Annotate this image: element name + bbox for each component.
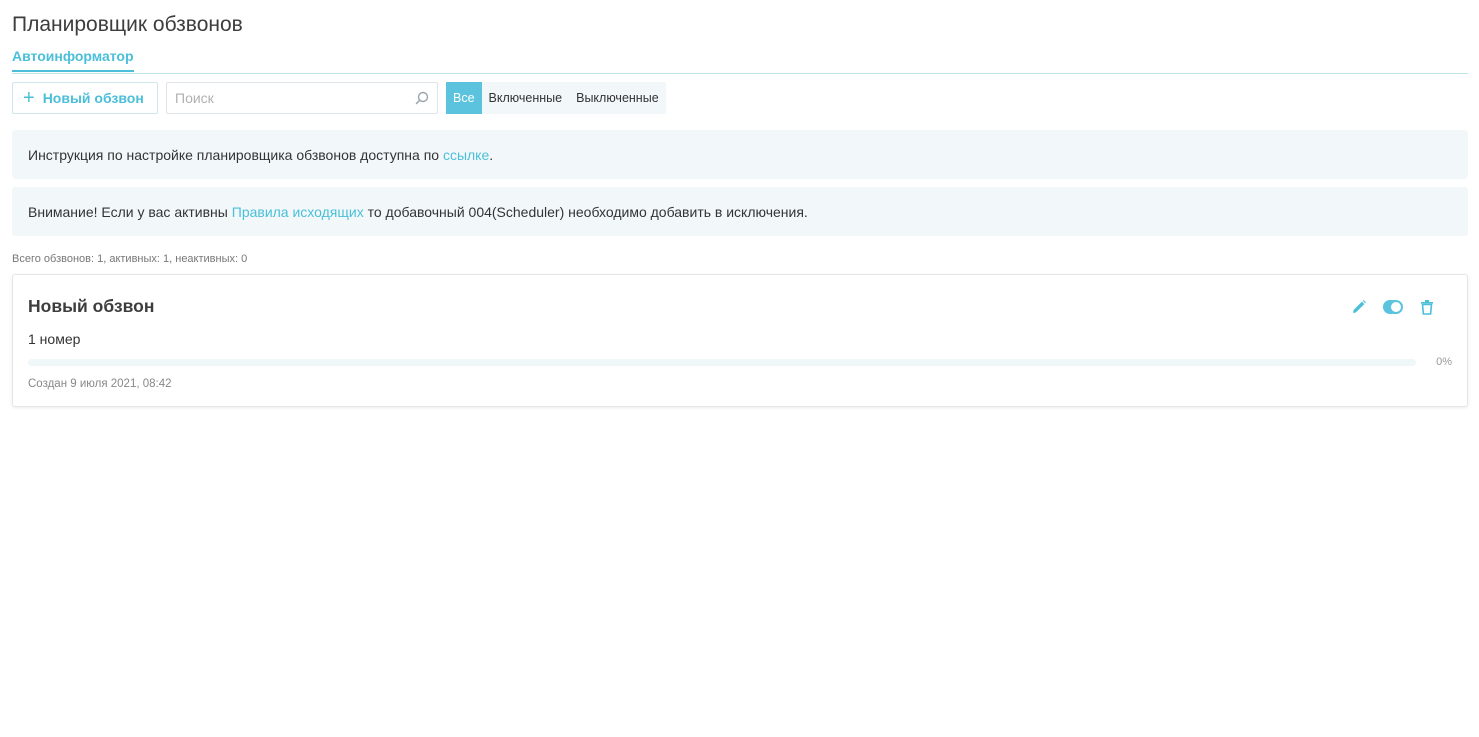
- search-box: [166, 82, 438, 114]
- instruction-link[interactable]: ссылке: [443, 147, 489, 163]
- delete-button[interactable]: [1417, 297, 1437, 317]
- instruction-text: Инструкция по настройке планировщика обз…: [28, 146, 494, 163]
- enable-toggle[interactable]: [1383, 297, 1403, 317]
- filter-all[interactable]: Все: [446, 82, 482, 114]
- campaign-title: Новый обзвон: [28, 296, 155, 316]
- new-campaign-label: Новый обзвон: [42, 90, 144, 106]
- progress-label: 0%: [1436, 356, 1452, 368]
- toolbar: + Новый обзвон Все Включенные Выключенны…: [12, 82, 666, 114]
- campaign-summary: Всего обзвонов: 1, активных: 1, неактивн…: [12, 253, 248, 265]
- search-input[interactable]: [167, 83, 397, 113]
- edit-button[interactable]: [1349, 297, 1369, 317]
- outgoing-rules-link[interactable]: Правила исходящих: [232, 204, 364, 220]
- tab-autoinformator[interactable]: Автоинформатор: [12, 48, 134, 72]
- warning-alert: Внимание! Если у вас активны Правила исх…: [12, 187, 1468, 236]
- toggle-icon: [1383, 300, 1403, 314]
- filter-group: Все Включенные Выключенные: [446, 82, 666, 114]
- progress-bar: [28, 359, 1416, 366]
- warning-text: Внимание! Если у вас активны Правила исх…: [28, 203, 808, 220]
- campaign-created: Создан 9 июля 2021, 08:42: [28, 378, 172, 390]
- trash-icon: [1421, 300, 1433, 315]
- instruction-alert: Инструкция по настройке планировщика обз…: [12, 130, 1468, 179]
- campaign-actions: [1349, 297, 1437, 317]
- campaign-card: Новый обзвон 1 номер 0% Создан 9 июля 20…: [12, 274, 1468, 407]
- filter-enabled[interactable]: Включенные: [482, 82, 570, 114]
- page-title: Планировщик обзвонов: [12, 13, 243, 36]
- new-campaign-button[interactable]: + Новый обзвон: [12, 82, 158, 114]
- pencil-icon: [1353, 300, 1366, 313]
- campaign-number-count: 1 номер: [28, 331, 81, 347]
- search-icon[interactable]: [415, 91, 429, 105]
- plus-icon: +: [23, 87, 35, 109]
- tab-bar: Автоинформатор: [12, 48, 1468, 74]
- filter-disabled[interactable]: Выключенные: [569, 82, 666, 114]
